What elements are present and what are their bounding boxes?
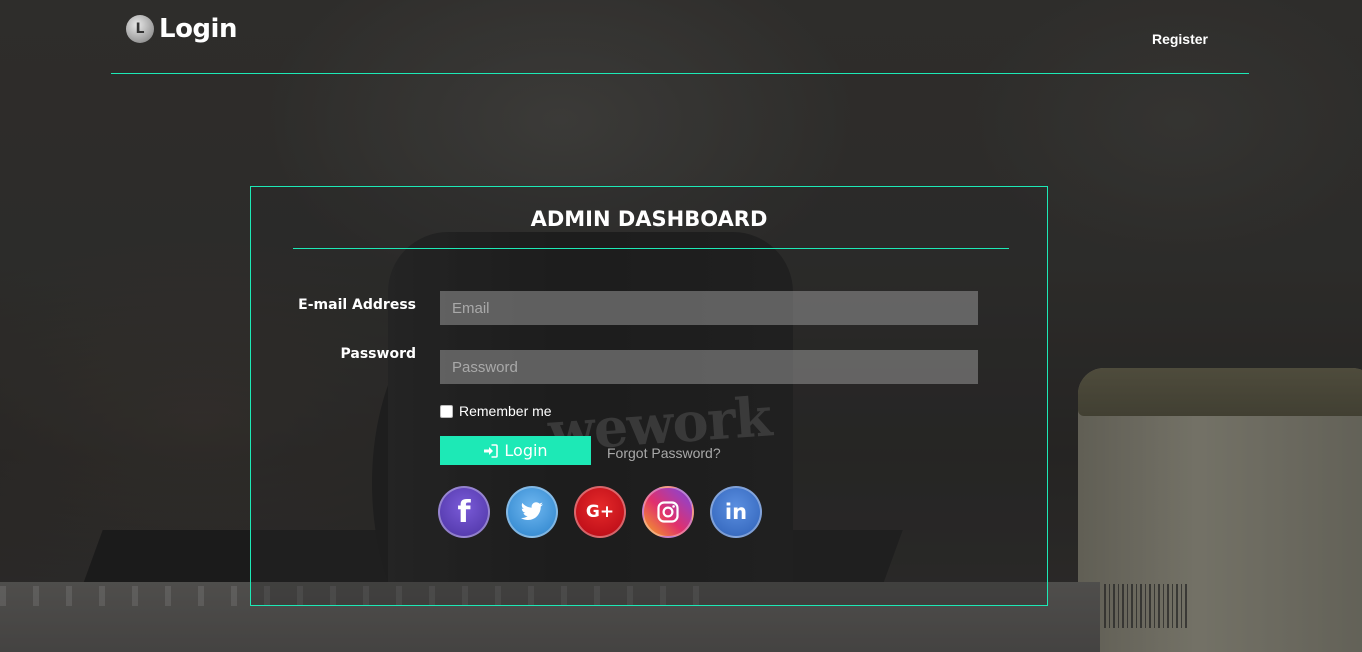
facebook-icon[interactable]: f (438, 486, 490, 538)
login-button[interactable]: Login (440, 436, 591, 465)
google-plus-icon[interactable]: G+ (574, 486, 626, 538)
remember-me-checkbox[interactable] (440, 404, 453, 418)
login-card: ADMIN DASHBOARD E-mail Address Password … (250, 186, 1048, 606)
email-field[interactable] (440, 291, 978, 325)
forgot-password-link[interactable]: Forgot Password? (607, 445, 721, 461)
page-title: ADMIN DASHBOARD (530, 207, 768, 231)
top-navbar: L Login Register (111, 0, 1249, 74)
login-button-label: Login (504, 441, 548, 460)
brand-logo[interactable]: L Login (126, 14, 237, 44)
twitter-icon[interactable] (506, 486, 558, 538)
remember-me[interactable]: Remember me (440, 403, 552, 419)
social-links: f G+ in (438, 486, 778, 538)
brand-logo-text: Login (159, 14, 237, 44)
title-divider (293, 248, 1009, 249)
password-label: Password (340, 346, 416, 362)
remember-me-label[interactable]: Remember me (459, 403, 552, 419)
brand-logo-icon: L (126, 15, 154, 43)
sign-in-icon (483, 443, 499, 458)
password-field[interactable] (440, 350, 978, 384)
instagram-icon[interactable] (642, 486, 694, 538)
email-label: E-mail Address (298, 297, 416, 313)
register-link[interactable]: Register (1152, 31, 1208, 47)
linkedin-icon[interactable]: in (710, 486, 762, 538)
